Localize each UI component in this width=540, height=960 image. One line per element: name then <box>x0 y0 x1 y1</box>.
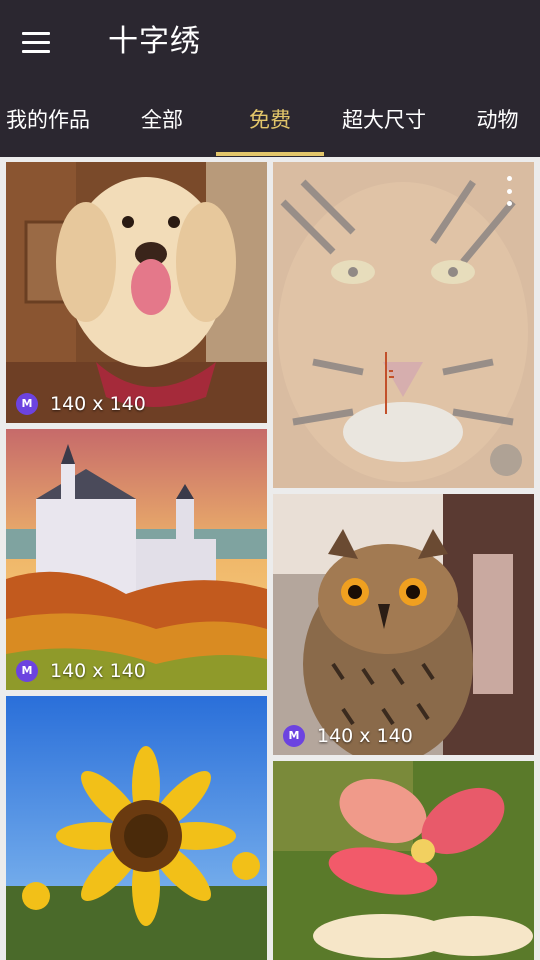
tab-extra-large[interactable]: 超大尺寸 <box>330 88 438 157</box>
size-badge: M 140 x 140 <box>283 725 413 747</box>
member-icon: M <box>283 725 305 747</box>
tab-indicator <box>216 152 324 156</box>
owl-image <box>273 494 534 755</box>
locked-overlay <box>273 162 534 488</box>
castle-image <box>6 429 267 690</box>
pattern-card-frangipani[interactable] <box>273 761 534 960</box>
stamp-icon <box>490 444 522 476</box>
tab-all[interactable]: 全部 <box>108 88 216 157</box>
pattern-card-owl[interactable]: M 140 x 140 <box>273 494 534 755</box>
pattern-size: 140 x 140 <box>50 660 146 682</box>
frangipani-image <box>273 761 534 960</box>
sunflower-image <box>6 696 267 960</box>
tab-my-works[interactable]: 我的作品 <box>0 88 96 157</box>
pattern-card-tiger[interactable] <box>273 162 534 488</box>
member-icon: M <box>16 660 38 682</box>
menu-icon[interactable] <box>22 26 62 58</box>
app-bar: 十字绣 我的作品 全部 免费 超大尺寸 动物 <box>0 0 540 157</box>
pattern-size: 140 x 140 <box>50 393 146 415</box>
size-badge: M 140 x 140 <box>16 393 146 415</box>
pattern-card-sunflower[interactable] <box>6 696 267 960</box>
pattern-card-dog[interactable]: M 140 x 140 <box>6 162 267 423</box>
dog-image <box>6 162 267 423</box>
more-options-icon[interactable] <box>504 176 514 206</box>
loading-indicator <box>385 352 394 414</box>
pattern-size: 140 x 140 <box>317 725 413 747</box>
member-icon: M <box>16 393 38 415</box>
page-title: 十字绣 <box>108 24 201 59</box>
pattern-card-castle[interactable]: M 140 x 140 <box>6 429 267 690</box>
tab-animals[interactable]: 动物 <box>450 88 540 157</box>
tab-free[interactable]: 免费 <box>216 88 324 157</box>
tab-bar: 我的作品 全部 免费 超大尺寸 动物 <box>0 88 540 157</box>
size-badge: M 140 x 140 <box>16 660 146 682</box>
